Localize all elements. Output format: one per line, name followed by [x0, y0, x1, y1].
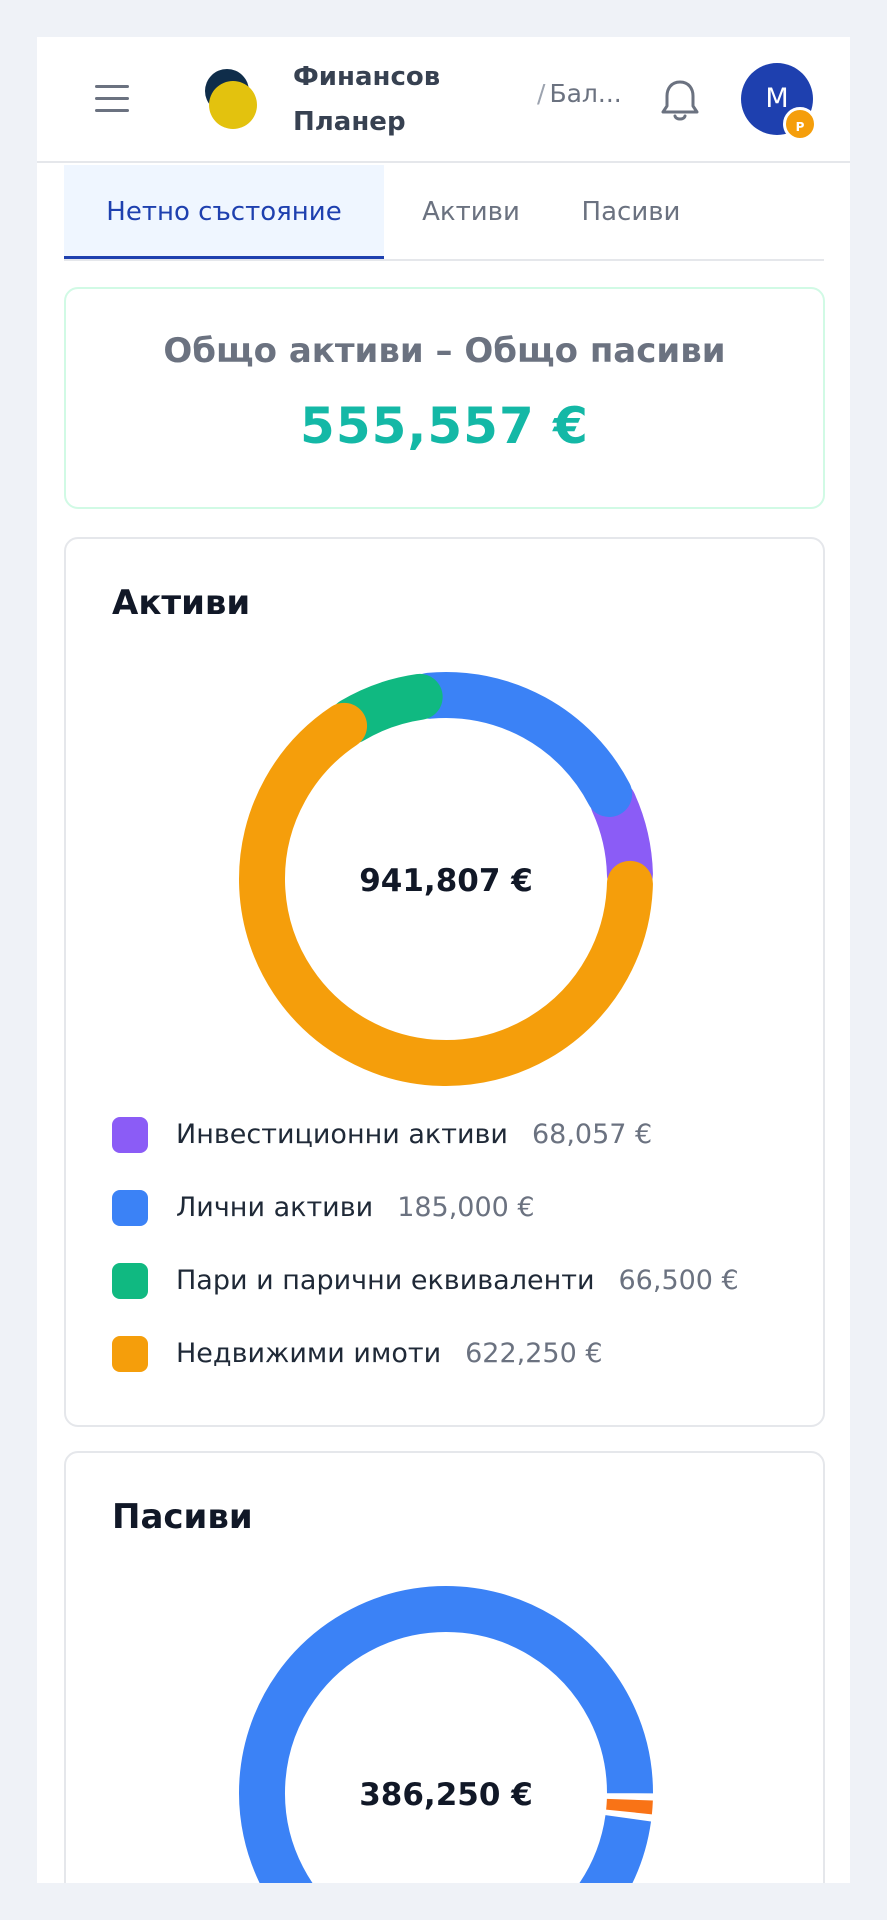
legend-swatch: [112, 1336, 148, 1372]
tab-bar: Нетно състояние Активи Пасиви: [64, 165, 824, 261]
top-header: Финансов Планер / Бал... M P: [37, 37, 850, 163]
legend-value: 68,057 €: [531, 1119, 653, 1150]
app-frame: Финансов Планер / Бал... M P Нетно състоя…: [37, 37, 850, 1883]
brand-name: Финансов Планер: [293, 55, 463, 145]
assets-card: Активи 941,807 € Инвестиционни активи 68,…: [64, 537, 825, 1427]
breadcrumb[interactable]: / Бал...: [537, 79, 622, 108]
assets-slice-1[interactable]: [406, 672, 633, 817]
brand-line-2: Планер: [293, 107, 406, 137]
logo: [205, 69, 257, 129]
net-worth-label: Общо активи – Общо пасиви: [163, 331, 726, 371]
tab-liabilities[interactable]: Пасиви: [556, 165, 706, 259]
legend-label: Пари и парични еквиваленти 66,500 €: [176, 1265, 739, 1296]
legend-swatch: [112, 1117, 148, 1153]
legend-value: 66,500 €: [618, 1265, 739, 1296]
legend-label: Инвестиционни активи 68,057 €: [176, 1119, 652, 1150]
legend-swatch: [112, 1263, 148, 1299]
liabilities-slice-1[interactable]: [606, 1798, 653, 1815]
liabilities-title: Пасиви: [112, 1497, 253, 1537]
legend-name: Недвижими имоти: [176, 1338, 442, 1369]
legend-name: Инвестиционни активи: [176, 1119, 508, 1150]
legend-name: Пари и парични еквиваленти: [176, 1265, 595, 1296]
hamburger-menu-icon[interactable]: [95, 83, 131, 115]
tab-assets[interactable]: Активи: [396, 165, 546, 259]
net-worth-card: Общо активи – Общо пасиви 555,557 €: [64, 287, 825, 509]
legend-value: 185,000 €: [397, 1192, 535, 1223]
bell-icon[interactable]: [658, 77, 702, 123]
assets-donut-chart: 941,807 €: [239, 672, 653, 1086]
liabilities-total: 386,250 €: [359, 1777, 533, 1813]
assets-title: Активи: [112, 583, 251, 623]
liabilities-slice-0[interactable]: [239, 1586, 653, 1883]
liabilities-card: Пасиви 386,250 €: [64, 1451, 825, 1883]
avatar-badge: P: [783, 107, 817, 141]
tab-net-worth[interactable]: Нетно състояние: [64, 165, 384, 259]
legend-swatch: [112, 1190, 148, 1226]
brand-line-1: Финансов: [293, 62, 441, 92]
legend-value: 622,250 €: [465, 1338, 603, 1369]
legend-label: Недвижими имоти 622,250 €: [176, 1338, 603, 1369]
assets-total: 941,807 €: [359, 863, 533, 899]
legend-name: Лични активи: [176, 1192, 374, 1223]
net-worth-value: 555,557 €: [300, 397, 589, 455]
breadcrumb-current[interactable]: Бал...: [549, 79, 621, 108]
liabilities-donut-chart: 386,250 €: [239, 1586, 653, 1883]
legend-label: Лични активи 185,000 €: [176, 1192, 535, 1223]
